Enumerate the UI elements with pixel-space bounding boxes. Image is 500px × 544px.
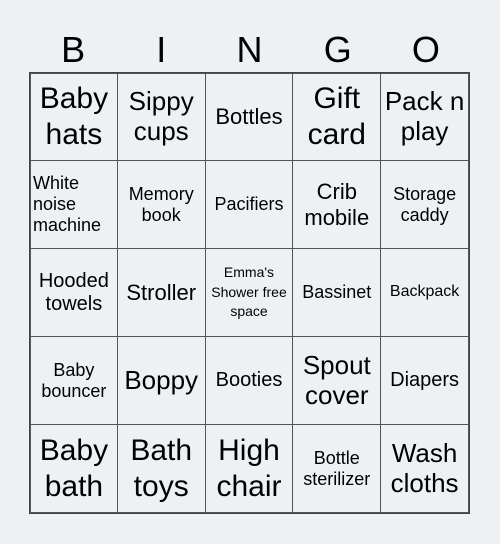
bingo-cell[interactable]: Stroller — [116, 248, 206, 337]
bingo-card: Baby hats Sippy cups Bottles Gift card P… — [29, 72, 470, 514]
bingo-cell[interactable]: Hooded towels — [30, 248, 118, 337]
bingo-cell[interactable]: Pack n play — [380, 73, 469, 161]
bingo-cell[interactable]: Wash cloths — [380, 424, 469, 513]
bingo-cell[interactable]: Sippy cups — [116, 73, 206, 161]
bingo-header: B I N G O — [29, 30, 470, 70]
free-space-cell[interactable]: Emma's Shower free space — [204, 248, 294, 337]
bingo-cell[interactable]: Crib mobile — [292, 160, 382, 249]
bingo-cell[interactable]: Bassinet — [292, 248, 382, 337]
bingo-cell[interactable]: Pacifiers — [204, 160, 294, 249]
header-letter-i: I — [156, 29, 167, 70]
bingo-cell[interactable]: High chair — [204, 424, 294, 513]
bingo-cell[interactable]: Baby hats — [30, 73, 118, 161]
bingo-cell[interactable]: Bath toys — [116, 424, 206, 513]
bingo-cell[interactable]: Baby bouncer — [30, 336, 118, 425]
bingo-cell[interactable]: Backpack — [380, 248, 469, 337]
header-letter-b: B — [61, 29, 86, 70]
bingo-cell[interactable]: Storage caddy — [380, 160, 469, 249]
bingo-cell[interactable]: Bottle sterilizer — [292, 424, 382, 513]
bingo-cell[interactable]: Booties — [204, 336, 294, 425]
bingo-cell[interactable]: White noise machine — [30, 160, 118, 249]
bingo-cell[interactable]: Gift card — [292, 73, 382, 161]
header-letter-o: O — [411, 29, 440, 70]
bingo-cell[interactable]: Spout cover — [292, 336, 382, 425]
header-letter-g: G — [323, 29, 352, 70]
bingo-cell[interactable]: Bottles — [204, 73, 294, 161]
header-letter-n: N — [236, 29, 263, 70]
bingo-cell[interactable]: Memory book — [116, 160, 206, 249]
bingo-cell[interactable]: Boppy — [116, 336, 206, 425]
bingo-cell[interactable]: Baby bath — [30, 424, 118, 513]
bingo-cell[interactable]: Diapers — [380, 336, 469, 425]
